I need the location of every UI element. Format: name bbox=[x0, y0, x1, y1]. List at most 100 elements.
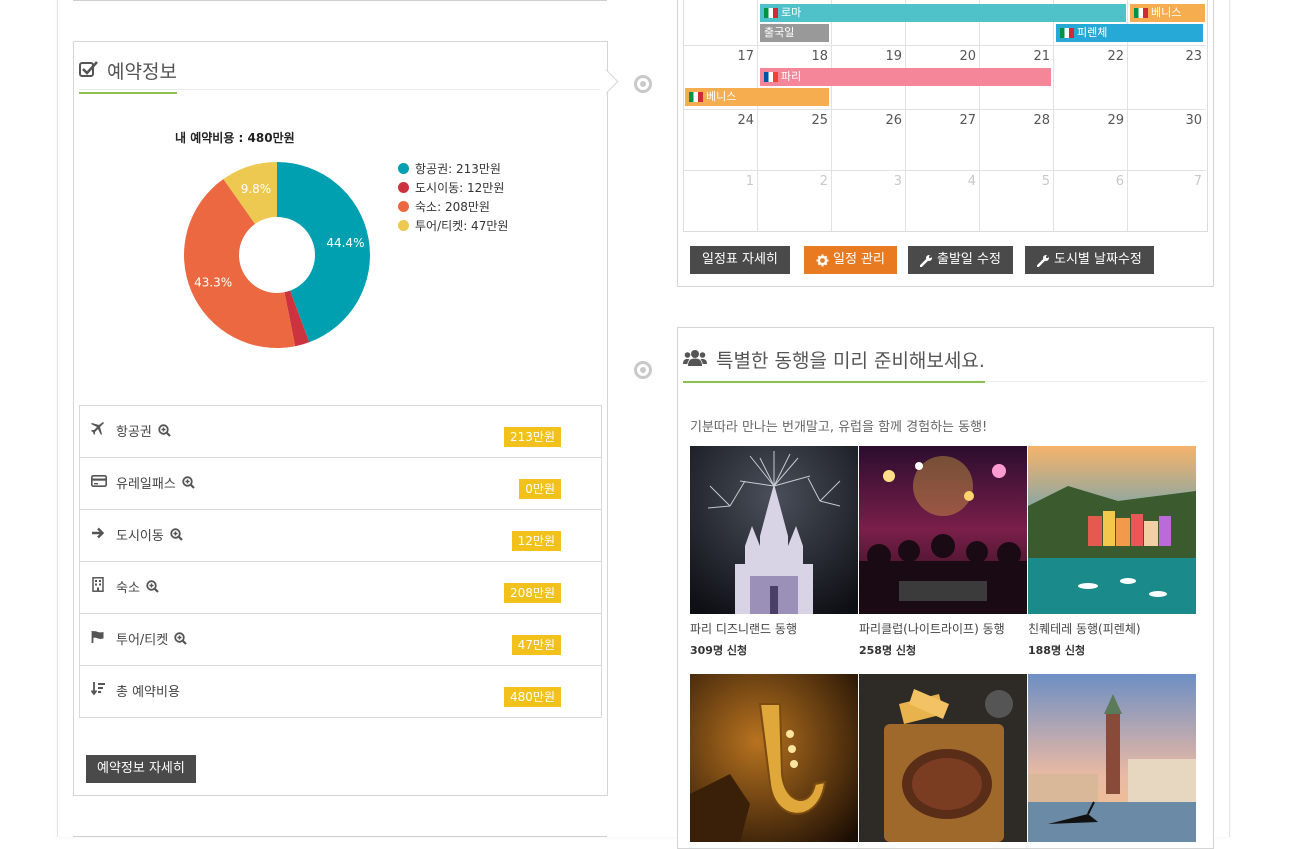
cost-row-lodging: 숙소 208만원 bbox=[80, 562, 601, 614]
page-title: 예약정보 bbox=[107, 61, 177, 83]
cost-row-tour: 투어/티켓 47만원 bbox=[80, 614, 601, 666]
calendar-day-other-month[interactable]: 6 bbox=[1094, 174, 1124, 189]
companion-image-steak[interactable] bbox=[859, 674, 1027, 842]
calendar-day-other-month[interactable]: 3 bbox=[872, 174, 902, 189]
companion-image-venice[interactable] bbox=[1028, 674, 1196, 842]
calendar-day-other-month[interactable]: 1 bbox=[724, 174, 754, 189]
calendar-day[interactable]: 23 bbox=[1172, 49, 1202, 64]
donut-percent-label: 44.4% bbox=[326, 236, 364, 250]
calendar-day-other-month[interactable]: 5 bbox=[1020, 174, 1050, 189]
calendar-day[interactable]: 27 bbox=[946, 113, 976, 128]
legend-label: 항공권: 213만원 bbox=[415, 162, 501, 176]
cost-table: 항공권 213만원 유레일패스 0만원 도시이동 12만원 숙소 208만원 투… bbox=[79, 405, 602, 718]
zoom-in-icon[interactable] bbox=[158, 424, 171, 441]
legend-item[interactable]: 숙소: 208만원 bbox=[398, 199, 513, 215]
legend-item[interactable]: 도시이동: 12만원 bbox=[398, 180, 513, 196]
reservation-header: 예약정보 bbox=[79, 57, 177, 94]
calendar-event-venice[interactable]: 베니스 bbox=[685, 88, 829, 106]
section-subtitle: 기분따라 만나는 번개말고, 유럽을 함께 경험하는 동행! bbox=[690, 420, 988, 435]
calendar-event-departure[interactable]: 출국일 bbox=[760, 24, 829, 42]
calendar-day[interactable]: 28 bbox=[1020, 113, 1050, 128]
calendar-day[interactable]: 25 bbox=[798, 113, 828, 128]
calendar-day[interactable]: 22 bbox=[1094, 49, 1124, 64]
italy-flag-icon bbox=[1060, 28, 1074, 38]
event-label: 피렌체 bbox=[1077, 26, 1108, 39]
cost-label: 총 예약비용 bbox=[116, 685, 180, 700]
cost-row-transfer: 도시이동 12만원 bbox=[80, 510, 601, 562]
companion-image-cinque-terre[interactable] bbox=[1028, 446, 1196, 614]
calendar-event-paris[interactable]: 파리 bbox=[760, 68, 1051, 86]
companion-image-nightclub[interactable] bbox=[859, 446, 1027, 614]
top-divider bbox=[73, 0, 607, 1]
donut-percent-label: 9.8% bbox=[241, 182, 272, 196]
cost-row-eurail: 유레일패스 0만원 bbox=[80, 458, 601, 510]
calendar-day[interactable]: 17 bbox=[724, 49, 754, 64]
building-icon bbox=[91, 577, 107, 593]
cost-row-total: 총 예약비용 480만원 bbox=[80, 666, 601, 717]
calendar-col-divider bbox=[831, 0, 832, 231]
calendar-day-other-month[interactable]: 4 bbox=[946, 174, 976, 189]
button-label: 출발일 수정 bbox=[937, 252, 1001, 267]
companions-header: 특별한 동행을 미리 준비해보세요. bbox=[683, 346, 985, 383]
plane-icon bbox=[91, 421, 107, 437]
cost-amount-badge: 480만원 bbox=[504, 687, 561, 707]
schedule-detail-button[interactable]: 일정표 자세히 bbox=[690, 246, 790, 274]
reservation-detail-button[interactable]: 예약정보 자세히 bbox=[86, 755, 196, 783]
calendar-day[interactable]: 20 bbox=[946, 49, 976, 64]
companion-title[interactable]: 파리클럽(나이트라이프) 동행 bbox=[859, 620, 1005, 637]
event-label: 베니스 bbox=[1151, 6, 1182, 19]
departure-date-edit-button[interactable]: 출발일 수정 bbox=[908, 246, 1013, 274]
calendar-event-florence[interactable]: 피렌체 bbox=[1056, 24, 1203, 42]
zoom-in-icon[interactable] bbox=[146, 580, 159, 597]
companion-title[interactable]: 파리 디즈니랜드 동행 bbox=[690, 620, 797, 637]
cost-label: 투어/티켓 bbox=[116, 633, 169, 648]
wrench-icon bbox=[920, 254, 933, 267]
calendar-day[interactable]: 30 bbox=[1172, 113, 1202, 128]
calendar-day[interactable]: 29 bbox=[1094, 113, 1124, 128]
legend-color-dot bbox=[398, 201, 409, 212]
sort-amount-icon bbox=[90, 681, 107, 697]
wrench-icon bbox=[1037, 254, 1050, 267]
calendar-day[interactable]: 21 bbox=[1020, 49, 1050, 64]
zoom-in-icon[interactable] bbox=[182, 476, 195, 493]
zoom-in-icon[interactable] bbox=[174, 632, 188, 649]
calendar-day-other-month[interactable]: 2 bbox=[798, 174, 828, 189]
legend-label: 투어/티켓: 47만원 bbox=[415, 219, 509, 233]
legend-item[interactable]: 투어/티켓: 47만원 bbox=[398, 218, 513, 234]
italy-flag-icon bbox=[764, 8, 778, 18]
calendar-day-other-month[interactable]: 7 bbox=[1172, 174, 1202, 189]
cost-label: 도시이동 bbox=[116, 529, 164, 544]
schedule-manage-button[interactable]: 일정 관리 bbox=[804, 246, 897, 274]
calendar-day[interactable]: 19 bbox=[872, 49, 902, 64]
calendar-col-divider bbox=[757, 0, 758, 231]
event-label: 로마 bbox=[781, 6, 802, 19]
credit-card-icon bbox=[91, 473, 107, 489]
calendar-day[interactable]: 26 bbox=[872, 113, 902, 128]
donut-percent-label: 43.3% bbox=[194, 275, 232, 289]
legend-label: 도시이동: 12만원 bbox=[415, 181, 505, 195]
zoom-in-icon[interactable] bbox=[170, 528, 183, 545]
city-date-edit-button[interactable]: 도시별 날짜수정 bbox=[1025, 246, 1154, 274]
timeline-dot bbox=[634, 75, 652, 93]
calendar-row-divider bbox=[683, 109, 1206, 110]
companion-image-jazz[interactable] bbox=[690, 674, 858, 842]
calendar-col-divider bbox=[905, 0, 906, 231]
calendar-event-venice[interactable]: 베니스 bbox=[1130, 4, 1205, 22]
cost-row-flight: 항공권 213만원 bbox=[80, 406, 601, 458]
companion-image-disneyland[interactable] bbox=[690, 446, 858, 614]
section-title: 특별한 동행을 미리 준비해보세요. bbox=[716, 350, 985, 372]
calendar-event-rome[interactable]: 로마 bbox=[760, 4, 1126, 22]
calendar-day[interactable]: 18 bbox=[798, 49, 828, 64]
cost-amount-badge: 47만원 bbox=[511, 635, 561, 655]
calendar-day[interactable]: 24 bbox=[724, 113, 754, 128]
event-label: 출국일 bbox=[764, 26, 795, 39]
users-icon bbox=[683, 349, 707, 371]
companion-count: 258명 신청 bbox=[859, 644, 917, 657]
companion-count: 309명 신청 bbox=[690, 644, 748, 657]
calendar-row-divider bbox=[683, 170, 1206, 171]
chart-title: 내 예약비용 : 480만원 bbox=[175, 131, 295, 145]
gear-icon bbox=[816, 254, 829, 267]
cost-amount-badge: 0만원 bbox=[519, 479, 561, 499]
companion-title[interactable]: 친퀘테레 동행(피렌체) bbox=[1028, 620, 1141, 637]
legend-item[interactable]: 항공권: 213만원 bbox=[398, 161, 513, 177]
